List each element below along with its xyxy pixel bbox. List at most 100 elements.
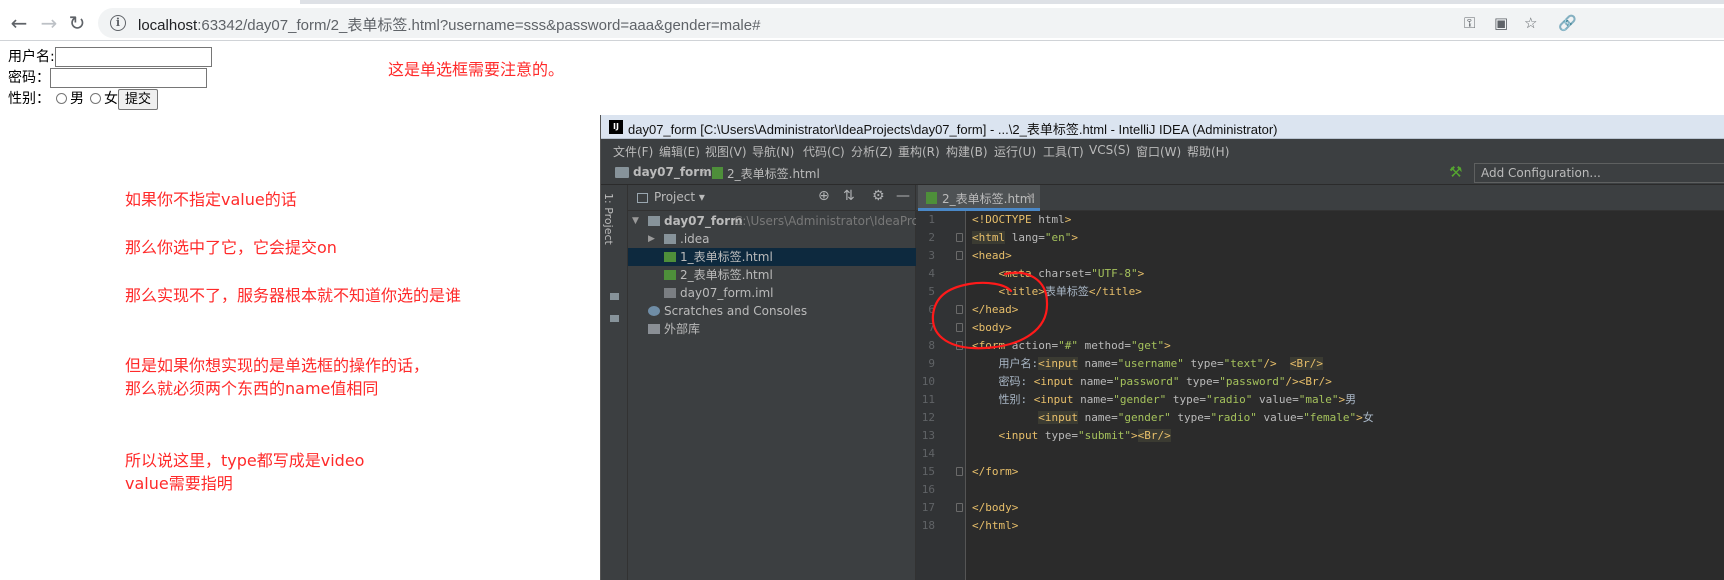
star-icon[interactable]: ☆ (1524, 14, 1537, 32)
locate-icon[interactable]: ⊕ (818, 188, 830, 204)
project-panel-title[interactable]: Project ▾ (654, 190, 705, 204)
annotation-line4b: 那么就必须两个东西的name值相同 (125, 379, 379, 398)
tree-root[interactable]: ▼ day07_form C:\Users\Administrator\Idea… (628, 212, 1023, 230)
code-token: type= (1166, 393, 1206, 406)
ide-navbar: day07_form › 2_表单标签.html ⚒ Add Configura… (601, 161, 1724, 185)
browser-toolbar: ← → ↻ i localhost:63342/day07_form/2_表单标… (0, 4, 1724, 41)
code-token: <Br/> (1298, 375, 1332, 388)
code-line: <html lang="en"> (972, 229, 1078, 247)
project-panel-header: Project ▾ ⊕ ⇅ ⚙ — (628, 185, 916, 211)
menu-run[interactable]: 运行(U) (994, 143, 1036, 160)
fold-marker-icon[interactable] (956, 467, 963, 476)
code-token: "UTF-8" (1091, 267, 1138, 280)
breadcrumb-file[interactable]: 2_表单标签.html (727, 165, 820, 182)
code-token: "text" (1223, 357, 1264, 370)
fold-marker-icon[interactable] (956, 503, 963, 512)
html-file-icon (712, 167, 723, 179)
menu-analyze[interactable]: 分析(Z) (851, 143, 893, 160)
fold-marker-icon[interactable] (956, 233, 963, 242)
structure-icon[interactable] (610, 293, 619, 300)
menu-view[interactable]: 视图(V) (705, 143, 747, 160)
build-hammer-icon[interactable]: ⚒ (1449, 163, 1462, 181)
info-icon[interactable]: i (110, 15, 126, 31)
translate-icon[interactable]: ▣ (1494, 14, 1508, 32)
key-icon[interactable]: ⚿ (1464, 14, 1475, 32)
collapse-icon[interactable]: ⇅ (843, 188, 855, 204)
username-input[interactable] (54, 47, 212, 67)
tree-item-label: 1_表单标签.html (680, 250, 773, 264)
link-icon[interactable]: 🔗 (1558, 14, 1577, 32)
tree-item-file2[interactable]: 2_表单标签.html (628, 266, 916, 284)
folder-icon (648, 216, 660, 226)
code-token: type= (1038, 429, 1078, 442)
code-token: <!DOCTYPE (972, 213, 1039, 226)
line-number: 1 (928, 213, 935, 226)
menu-file[interactable]: 文件(F) (613, 143, 653, 160)
code-token: name= (1073, 375, 1114, 388)
female-radio[interactable] (90, 93, 101, 104)
code-token: > (1130, 429, 1138, 442)
tree-item-label: 2_表单标签.html (680, 268, 773, 282)
menu-refactor[interactable]: 重构(R) (898, 143, 940, 160)
settings-gear-icon[interactable]: ⚙ (872, 188, 885, 204)
module-file-icon (664, 288, 676, 298)
hide-icon[interactable]: — (896, 188, 910, 204)
reload-icon[interactable]: ↻ (64, 10, 90, 36)
code-token: </form> (972, 465, 1019, 478)
close-icon[interactable]: ✕ (1026, 190, 1035, 203)
line-number: 15 (921, 465, 935, 478)
menu-window[interactable]: 窗口(W) (1136, 143, 1181, 160)
code-line: <!DOCTYPE html> (972, 211, 1071, 229)
favorites-icon[interactable] (610, 315, 619, 322)
red-circle-annotation (931, 271, 1049, 350)
password-input[interactable] (50, 68, 207, 88)
project-tool-tab[interactable]: 1: Project (602, 191, 625, 251)
code-token: <Br/> (1137, 429, 1171, 442)
code-line: <head> (972, 247, 1012, 265)
tree-item-libraries[interactable]: 外部库 (628, 320, 916, 338)
ide-menubar: 文件(F) 编辑(E) 视图(V) 导航(N) 代码(C) 分析(Z) 重构(R… (601, 139, 1724, 161)
code-token: value= (1252, 393, 1299, 406)
code-token: "password" (1219, 375, 1286, 388)
male-radio[interactable] (56, 93, 67, 104)
back-icon[interactable]: ← (6, 10, 32, 36)
forward-icon[interactable]: → (36, 10, 62, 36)
code-token: > (1137, 267, 1145, 280)
code-token: <input (1033, 375, 1074, 388)
menu-help[interactable]: 帮助(H) (1187, 143, 1229, 160)
url-rest: :63342/day07_form/2_表单标签.html?username=s… (197, 17, 761, 34)
female-label: 女 (104, 91, 118, 107)
line-number: 2 (928, 231, 935, 244)
tree-item-scratches[interactable]: Scratches and Consoles (628, 302, 916, 320)
code-token: </title> (1088, 285, 1142, 298)
submit-button[interactable]: 提交 (118, 89, 159, 110)
collapsed-arrow-icon[interactable]: ▶ (648, 230, 655, 248)
tree-item-label: Scratches and Consoles (664, 304, 808, 318)
tree-item-file1[interactable]: 1_表单标签.html (628, 248, 916, 266)
code-token: "#" (1058, 339, 1078, 352)
code-token: "submit" (1078, 429, 1131, 442)
menu-navigate[interactable]: 导航(N) (752, 143, 794, 160)
add-configuration-button[interactable]: Add Configuration... (1474, 163, 1724, 183)
line-number: 17 (921, 501, 935, 514)
code-line: </body> (972, 499, 1018, 517)
breadcrumb-project[interactable]: day07_form (633, 165, 712, 179)
menu-tools[interactable]: 工具(T) (1043, 143, 1084, 160)
expanded-arrow-icon[interactable]: ▼ (632, 212, 639, 230)
code-token: "gender" (1113, 393, 1167, 406)
menu-vcs[interactable]: VCS(S) (1089, 143, 1130, 157)
code-line: <input type="submit"><Br/> (972, 427, 1171, 445)
code-token: "female" (1303, 411, 1357, 424)
url-text[interactable]: localhost:63342/day07_form/2_表单标签.html?u… (138, 14, 760, 35)
tree-item-iml[interactable]: day07_form.iml (628, 284, 916, 302)
address-bar[interactable]: i localhost:63342/day07_form/2_表单标签.html… (98, 8, 1724, 38)
code-token: <input (1038, 357, 1078, 370)
fold-marker-icon[interactable] (956, 251, 963, 260)
menu-edit[interactable]: 编辑(E) (659, 143, 700, 160)
code-token: type= (1170, 411, 1211, 424)
code-token: method= (1077, 339, 1131, 352)
menu-build[interactable]: 构建(B) (946, 143, 988, 160)
editor-tab[interactable]: 2_表单标签.html ✕ (918, 185, 1040, 211)
menu-code[interactable]: 代码(C) (803, 143, 845, 160)
tree-item-idea[interactable]: ▶ .idea (628, 230, 916, 248)
